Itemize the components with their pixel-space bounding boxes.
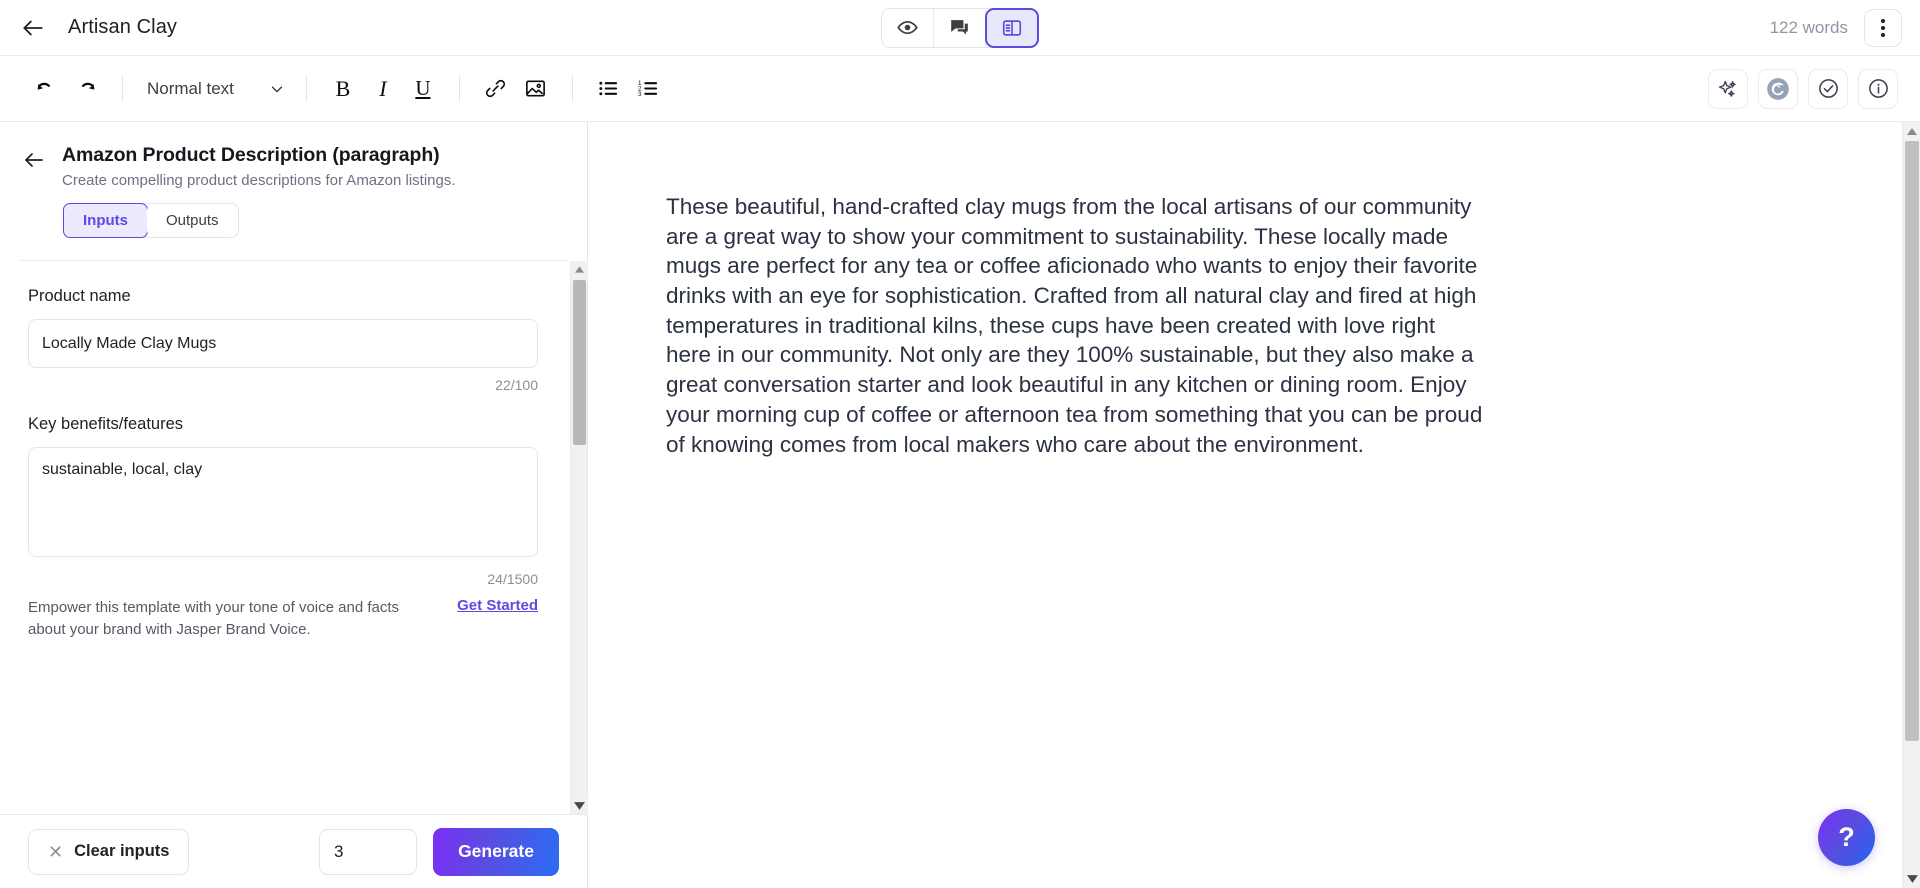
text-style-dropdown[interactable]: Normal text <box>139 79 290 99</box>
svg-text:3: 3 <box>638 91 642 98</box>
insert-link-button[interactable] <box>476 69 516 109</box>
help-button[interactable]: ? <box>1818 809 1875 866</box>
redo-icon <box>75 78 97 100</box>
panel-scroll-region: Product name 22/100 Key benefits/feature… <box>0 261 588 814</box>
format-toolbar-left: Normal text B I U 1 2 3 <box>0 69 669 109</box>
numbered-list-icon: 1 2 3 <box>637 77 660 100</box>
link-icon <box>484 77 507 100</box>
numbered-list-button[interactable]: 1 2 3 <box>629 69 669 109</box>
field-key-benefits: Key benefits/features 24/1500 Empower th… <box>28 415 540 641</box>
panel-footer: ✕ Clear inputs Generate <box>0 814 587 888</box>
panel-back-arrow-icon[interactable] <box>20 146 48 174</box>
back-arrow-icon[interactable] <box>18 13 48 43</box>
redo-button[interactable] <box>66 69 106 109</box>
document-scrollbar[interactable] <box>1902 122 1920 888</box>
ai-sparkle-button[interactable] <box>1708 68 1748 109</box>
bold-icon: B <box>335 75 351 101</box>
side-panel-toggle-button[interactable] <box>985 7 1039 48</box>
doc-scroll-down-arrow-icon[interactable] <box>1903 870 1920 888</box>
info-circle-icon <box>1867 77 1890 100</box>
bold-button[interactable]: B <box>323 69 363 109</box>
word-count-label: 122 words <box>1769 17 1848 37</box>
toolbar-divider <box>571 75 573 102</box>
kebab-menu-icon <box>1881 18 1885 37</box>
toolbar-divider <box>458 75 460 102</box>
toolbar-divider <box>305 75 307 102</box>
document-scrollbar-thumb[interactable] <box>1905 141 1919 741</box>
template-title: Amazon Product Description (paragraph) <box>62 144 440 166</box>
top-bar-left: Artisan Clay <box>0 13 177 43</box>
clear-inputs-button[interactable]: ✕ Clear inputs <box>28 828 190 875</box>
undo-button[interactable] <box>26 69 66 109</box>
product-name-counter: 22/100 <box>495 377 538 393</box>
panel-scrollbar-thumb[interactable] <box>572 280 586 445</box>
comments-icon <box>949 17 970 38</box>
template-panel-header: Amazon Product Description (paragraph) C… <box>0 122 587 261</box>
key-benefits-counter: 24/1500 <box>487 571 538 587</box>
document-page[interactable]: These beautiful, hand-crafted clay mugs … <box>588 122 1902 888</box>
document-title[interactable]: Artisan Clay <box>68 16 177 39</box>
panel-scrollbar[interactable] <box>570 261 588 814</box>
panel-tabs: Inputs Outputs <box>63 203 239 238</box>
tab-outputs[interactable]: Outputs <box>147 204 238 237</box>
bullet-list-button[interactable] <box>589 69 629 109</box>
output-count-input[interactable] <box>319 828 417 875</box>
scroll-down-arrow-icon[interactable] <box>570 797 588 814</box>
underline-button[interactable]: U <box>403 69 443 109</box>
doc-scroll-up-arrow-icon[interactable] <box>1903 122 1920 140</box>
product-name-input[interactable] <box>28 319 538 368</box>
document-paragraph[interactable]: These beautiful, hand-crafted clay mugs … <box>666 192 1486 459</box>
template-subtitle: Create compelling product descriptions f… <box>62 172 456 189</box>
inputs-form: Product name 22/100 Key benefits/feature… <box>0 261 570 814</box>
view-mode-toggle-group <box>881 7 1039 48</box>
top-bar-right: 122 words <box>1769 8 1920 47</box>
toolbar-divider <box>122 75 123 102</box>
main-body: Amazon Product Description (paragraph) C… <box>0 122 1920 888</box>
underline-icon: U <box>415 76 431 100</box>
format-toolbar-right <box>1708 68 1920 109</box>
check-circle-button[interactable] <box>1808 68 1848 109</box>
info-button[interactable] <box>1858 68 1898 109</box>
format-toolbar: Normal text B I U 1 2 3 <box>0 56 1920 122</box>
layout-panel-icon <box>1001 17 1023 39</box>
tab-inputs[interactable]: Inputs <box>63 203 148 238</box>
image-icon <box>524 77 547 100</box>
insert-image-button[interactable] <box>516 69 556 109</box>
text-style-label: Normal text <box>147 78 234 98</box>
scroll-up-arrow-icon[interactable] <box>570 261 588 278</box>
brand-voice-note: Empower this template with your tone of … <box>28 597 538 641</box>
clear-inputs-label: Clear inputs <box>74 842 170 860</box>
bullet-list-icon <box>597 77 620 100</box>
italic-button[interactable]: I <box>363 69 403 109</box>
template-panel: Amazon Product Description (paragraph) C… <box>0 122 588 888</box>
document-menu-button[interactable] <box>1864 8 1902 47</box>
grammarly-button[interactable] <box>1758 68 1798 109</box>
preview-toggle-button[interactable] <box>882 8 934 47</box>
sparkles-icon <box>1717 78 1739 100</box>
generate-button[interactable]: Generate <box>433 827 559 876</box>
app-root: Artisan Clay 122 words Normal text B I U… <box>0 0 1920 888</box>
brand-voice-text: Empower this template with your tone of … <box>28 599 400 638</box>
check-circle-icon <box>1817 77 1840 100</box>
product-name-label: Product name <box>28 287 131 305</box>
key-benefits-input[interactable] <box>28 447 538 557</box>
chevron-down-icon <box>268 80 286 98</box>
undo-icon <box>35 78 57 100</box>
brand-voice-get-started-link[interactable]: Get Started <box>457 597 538 614</box>
grammarly-g-icon <box>1765 76 1791 102</box>
document-area: These beautiful, hand-crafted clay mugs … <box>588 122 1920 888</box>
top-bar: Artisan Clay 122 words <box>0 0 1920 56</box>
italic-icon: I <box>379 75 387 101</box>
field-product-name: Product name 22/100 <box>28 287 540 393</box>
close-x-icon: ✕ <box>48 841 64 862</box>
key-benefits-label: Key benefits/features <box>28 415 184 433</box>
comments-toggle-button[interactable] <box>934 8 986 47</box>
eye-icon <box>897 17 918 38</box>
